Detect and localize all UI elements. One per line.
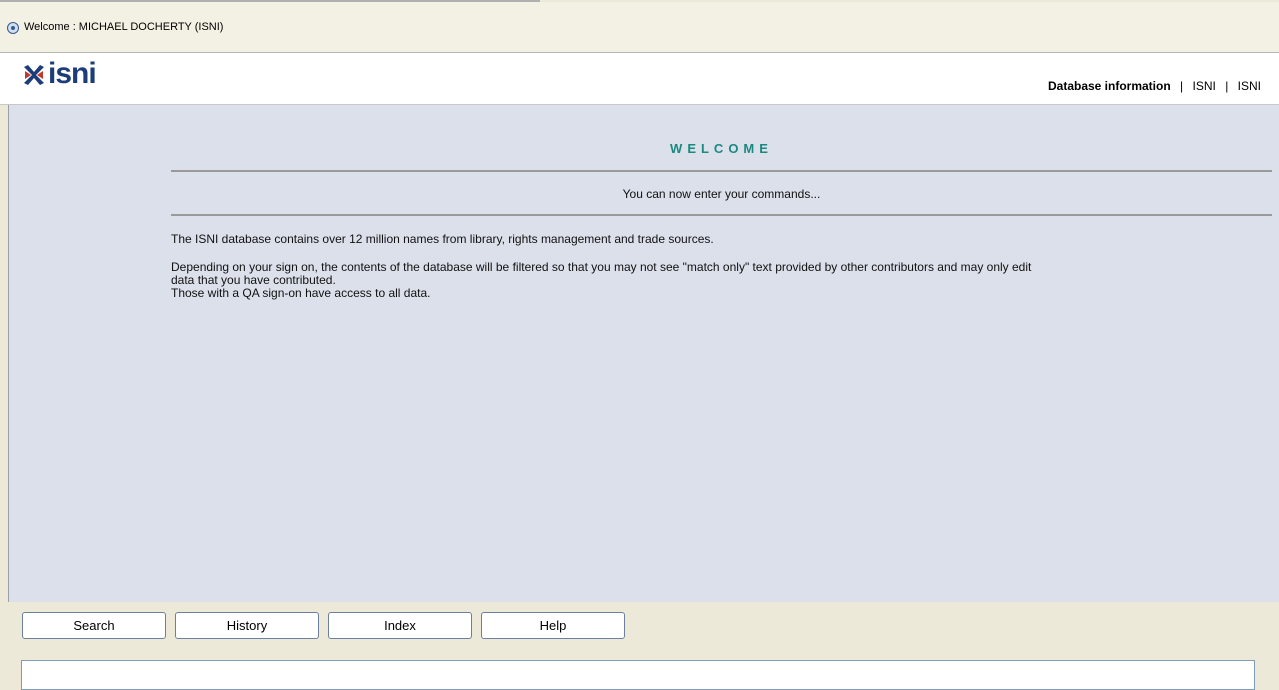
- link-separator: |: [1180, 79, 1184, 93]
- filter-info-line-2: data that you have contributed.: [171, 273, 336, 287]
- main-panel: WELCOME You can now enter your commands.…: [8, 105, 1279, 602]
- command-input[interactable]: [21, 660, 1255, 690]
- command-toolbar: Search History Index Help: [0, 602, 1279, 648]
- qa-info-text: Those with a QA sign-on have access to a…: [171, 286, 431, 300]
- title-bar: Welcome : MICHAEL DOCHERTY (ISNI): [0, 2, 1279, 53]
- database-info-text: The ISNI database contains over 12 milli…: [171, 232, 714, 246]
- header: isni Database information | ISNI | ISNI: [0, 53, 1279, 105]
- commands-prompt: You can now enter your commands...: [622, 187, 821, 201]
- search-button[interactable]: Search: [22, 612, 166, 639]
- history-button[interactable]: History: [175, 612, 319, 639]
- link-isni-1[interactable]: ISNI: [1193, 79, 1216, 93]
- divider: [171, 214, 1272, 216]
- filter-info-line-1: Depending on your sign on, the contents …: [171, 260, 1032, 274]
- welcome-user-text: Welcome : MICHAEL DOCHERTY (ISNI): [24, 21, 224, 33]
- isni-logo-mark-icon: [24, 65, 44, 85]
- link-database-information[interactable]: Database information: [1048, 79, 1171, 93]
- link-separator: |: [1225, 79, 1229, 93]
- eye-icon: [7, 22, 19, 34]
- welcome-heading: WELCOME: [670, 141, 773, 156]
- logo-text: isni: [48, 57, 97, 90]
- index-button[interactable]: Index: [328, 612, 472, 639]
- header-links: Database information | ISNI | ISNI: [1048, 79, 1261, 93]
- link-isni-2[interactable]: ISNI: [1238, 79, 1261, 93]
- help-button[interactable]: Help: [481, 612, 625, 639]
- divider: [171, 170, 1272, 172]
